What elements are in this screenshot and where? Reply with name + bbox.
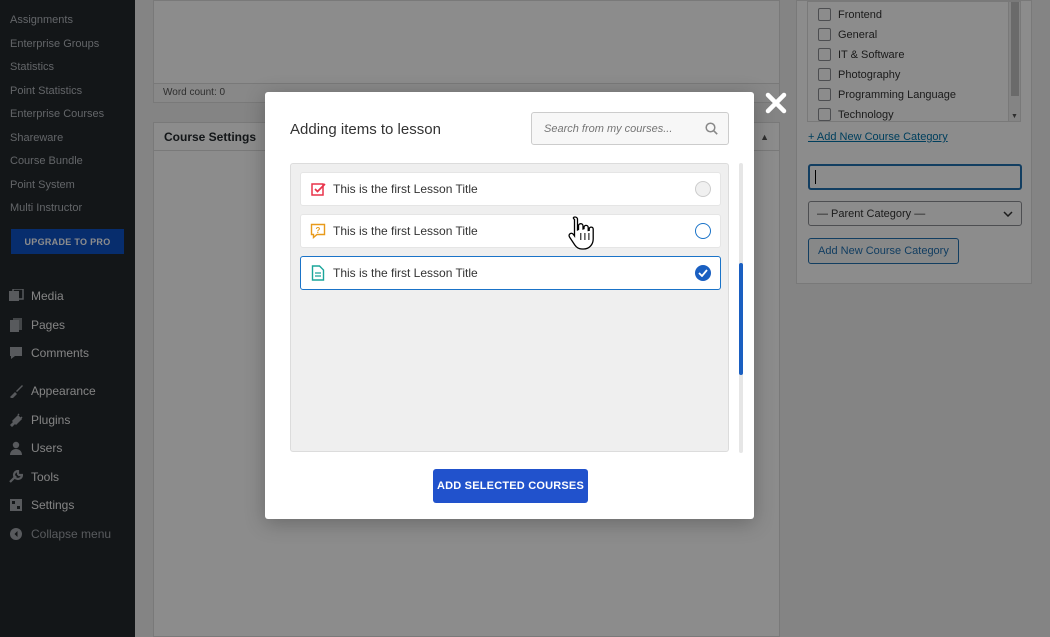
svg-text:?: ? [316,226,321,235]
modal-title: Adding items to lesson [290,121,441,138]
scrollbar-thumb[interactable] [739,263,743,375]
select-radio[interactable] [695,181,711,197]
search-box [531,112,729,145]
add-items-modal: Adding items to lesson This is the first… [265,92,754,519]
close-icon[interactable] [764,91,788,115]
hand-cursor-icon [566,215,596,251]
item-list: This is the first Lesson Title ? This is… [290,163,729,452]
quiz-icon [310,181,326,197]
checkmark-icon [698,269,708,277]
question-icon: ? [310,223,326,239]
search-icon[interactable] [704,122,718,136]
item-label: This is the first Lesson Title [333,266,478,280]
modal-scrollbar[interactable] [739,163,743,453]
item-label: This is the first Lesson Title [333,182,478,196]
list-item[interactable]: ? This is the first Lesson Title [300,214,721,248]
select-radio-checked[interactable] [695,265,711,281]
list-item[interactable]: This is the first Lesson Title [300,172,721,206]
add-selected-courses-button[interactable]: ADD SELECTED COURSES [433,469,588,503]
item-label: This is the first Lesson Title [333,224,478,238]
lesson-document-icon [310,265,326,281]
select-radio[interactable] [695,223,711,239]
list-item[interactable]: This is the first Lesson Title [300,256,721,290]
search-input[interactable] [544,122,704,135]
